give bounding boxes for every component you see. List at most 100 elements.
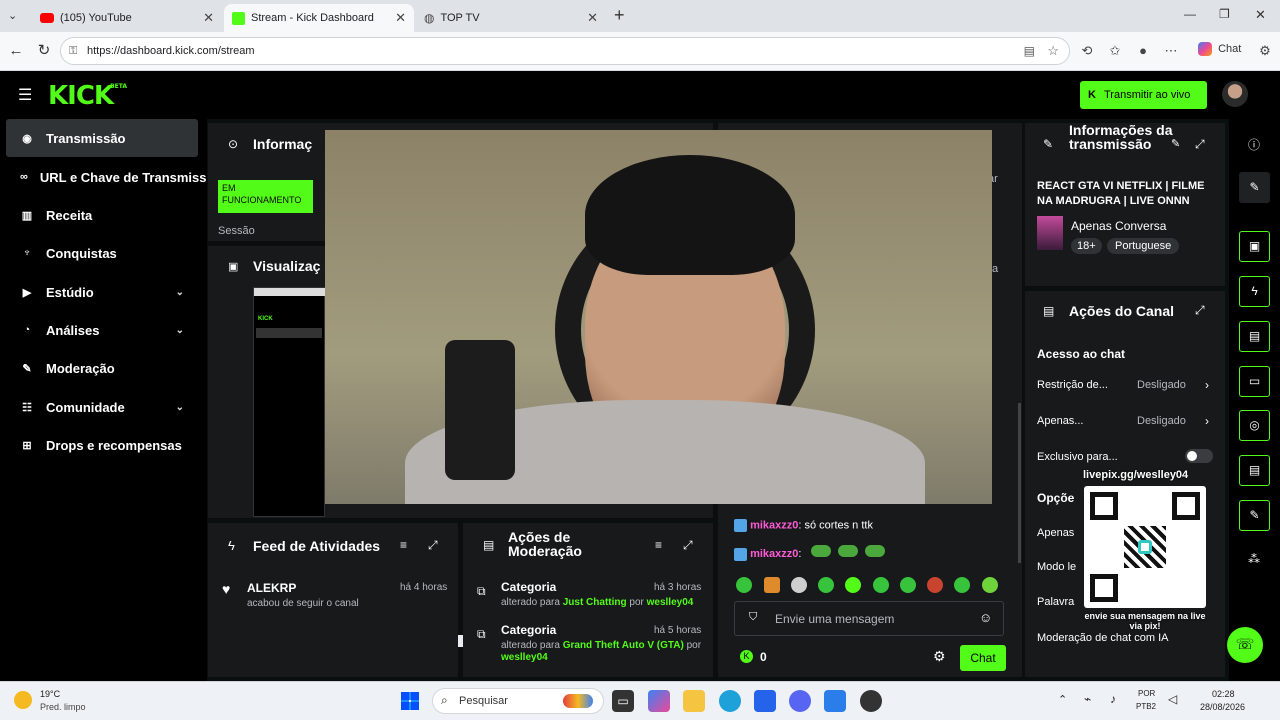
go-live-button[interactable]: K Transmitir ao vivo [1080, 81, 1207, 109]
site-info-icon[interactable]: ⚿ [69, 38, 77, 64]
avatar[interactable] [1222, 81, 1248, 107]
sidebar-item-moderacao[interactable]: ✎ Moderação [6, 349, 198, 387]
network-icon[interactable]: ⌁ [1084, 692, 1091, 706]
sidebar-item-conquistas[interactable]: ♆ Conquistas [6, 234, 198, 272]
list-rail-button[interactable]: ▤ [1239, 321, 1270, 352]
close-tab-icon[interactable]: ✕ [587, 10, 598, 26]
emote-icon[interactable] [900, 577, 916, 593]
store-icon[interactable] [754, 690, 776, 712]
reader-mode-icon[interactable]: ▤ [1024, 38, 1035, 64]
expand-icon[interactable]: ⤢ [1195, 303, 1205, 318]
copilot-taskbar-icon[interactable] [648, 690, 670, 712]
close-window-icon[interactable]: ✕ [1255, 7, 1266, 23]
activity-user[interactable]: ALEKRP [247, 581, 296, 595]
stream-preview-thumbnail[interactable]: KICK [253, 287, 326, 517]
file-explorer-icon[interactable] [683, 690, 705, 712]
sidebar-item-url-chave[interactable]: ∞ URL e Chave de Transmissão [6, 158, 206, 196]
profile-icon[interactable]: ● [1134, 42, 1152, 60]
exclusive-toggle[interactable] [1185, 449, 1213, 463]
lightning-rail-button[interactable]: ϟ [1239, 276, 1270, 307]
tab-list-menu-icon[interactable]: ⌄ [8, 9, 17, 22]
task-view-icon[interactable]: ▭ [612, 690, 634, 712]
info-icon[interactable]: ⓘ [1248, 136, 1260, 153]
emote-icon[interactable] [873, 577, 889, 593]
volume-icon[interactable]: ◁ [1168, 692, 1177, 706]
chat-send-button[interactable]: Chat [960, 645, 1006, 671]
edit-rail-button[interactable]: ✎ [1239, 172, 1270, 203]
sidebar-item-receita[interactable]: ▥ Receita [6, 196, 198, 234]
expand-icon[interactable]: ⤢ [1195, 137, 1205, 152]
minimize-icon[interactable]: — [1184, 7, 1196, 21]
chat-scrollbar[interactable] [1018, 403, 1021, 563]
setting-row[interactable]: Apenas... Desligado › [1037, 414, 1217, 431]
copilot-button[interactable]: Chat [1198, 42, 1241, 56]
clock-time[interactable]: 02:28 [1212, 689, 1235, 699]
expand-icon[interactable]: ⤢ [428, 538, 438, 553]
edit-icon[interactable]: ✎ [1171, 137, 1180, 150]
video-rail-button[interactable]: ▣ [1239, 231, 1270, 262]
weather-temp[interactable]: 19°C [40, 689, 60, 699]
expand-icon[interactable]: ⤢ [683, 538, 693, 553]
chat-input-placeholder: Envie uma mensagem [775, 612, 895, 626]
reload-icon[interactable]: ↻ [34, 41, 54, 61]
emote-icon[interactable] [845, 577, 861, 593]
wrench-rail-button[interactable]: ✎ [1239, 500, 1270, 531]
sidebar-item-comunidade[interactable]: ☷ Comunidade ⌄ [6, 388, 198, 426]
new-tab-icon[interactable]: + [614, 5, 625, 26]
sidebar-settings-icon[interactable]: ⚙ [1256, 42, 1274, 60]
app-icon[interactable] [824, 690, 846, 712]
chat-username[interactable]: mikaxzz0 [750, 519, 798, 531]
chat-username[interactable]: mikaxzz0 [750, 548, 798, 560]
close-tab-icon[interactable]: ✕ [203, 10, 214, 26]
sidebar-item-transmissao[interactable]: ◉ Transmissão [6, 119, 198, 157]
emoji-icon[interactable]: ☺ [979, 610, 992, 625]
channel-rail-button[interactable]: ▤ [1239, 455, 1270, 486]
chat-settings-icon[interactable]: ⚙ [933, 648, 946, 665]
category-thumbnail[interactable] [1037, 216, 1063, 250]
filter-icon[interactable]: ≡ [400, 538, 407, 552]
tray-chevron-up-icon[interactable]: ⌃ [1058, 693, 1067, 706]
discord-icon[interactable] [789, 690, 811, 712]
favorite-star-icon[interactable]: ☆ [1047, 38, 1059, 64]
tab-kick-dashboard[interactable]: Stream - Kick Dashboard ✕ [224, 4, 414, 32]
emote-icon[interactable] [818, 577, 834, 593]
emote-icon[interactable] [736, 577, 752, 593]
tab-youtube[interactable]: (105) YouTube ✕ [32, 4, 222, 32]
kick-logo[interactable]: KICK BETA [48, 81, 127, 111]
tab-top-tv[interactable]: ◍ TOP TV ✕ [416, 4, 606, 32]
windows-start-icon[interactable] [401, 692, 419, 710]
taskbar-search[interactable]: ⌕ Pesquisar [432, 688, 604, 714]
chat-input[interactable]: ⛉ Envie uma mensagem ☺ [734, 601, 1004, 636]
emote-icon[interactable] [982, 577, 998, 593]
sidebar-item-drops[interactable]: ⊞ Drops e recompensas [6, 426, 198, 464]
emote-icon[interactable] [764, 577, 780, 593]
help-chat-button[interactable]: ☏ [1227, 627, 1263, 663]
filter-icon[interactable]: ≡ [655, 538, 662, 552]
search-highlight-icon [563, 694, 593, 708]
more-icon[interactable]: ⋯ [1162, 42, 1180, 60]
maximize-icon[interactable]: ❐ [1219, 7, 1230, 21]
edge-icon[interactable] [719, 690, 741, 712]
share-icon[interactable]: ⁂ [1248, 552, 1260, 566]
extension-icon[interactable]: ⟲ [1078, 42, 1096, 60]
sidebar-item-analises[interactable]: ◔ Análises ⌄ [6, 311, 198, 349]
globe-icon: ◍ [424, 11, 435, 25]
sidebar-item-estudio[interactable]: ▶ Estúdio ⌄ [6, 273, 198, 311]
chat-rail-button[interactable]: ▭ [1239, 366, 1270, 397]
category-name[interactable]: Apenas Conversa [1071, 219, 1166, 233]
chat-message: mikaxzz0: só cortes n ttk [734, 519, 873, 532]
weather-icon[interactable] [14, 691, 32, 709]
setting-row[interactable]: Restrição de... Desligado › [1037, 378, 1217, 395]
menu-hamburger-icon[interactable]: ☰ [18, 85, 32, 105]
target-rail-button[interactable]: ◎ [1239, 410, 1270, 441]
close-tab-icon[interactable]: ✕ [395, 10, 406, 26]
obs-icon[interactable] [860, 690, 882, 712]
emote-icon[interactable] [791, 577, 807, 593]
back-icon[interactable]: ← [6, 41, 26, 61]
address-bar[interactable]: ⚿ https://dashboard.kick.com/stream ▤ ☆ [60, 37, 1070, 65]
language-label[interactable]: POR [1138, 689, 1155, 698]
favorites-icon[interactable]: ✩ [1106, 42, 1124, 60]
emote-icon[interactable] [927, 577, 943, 593]
emote-icon[interactable] [954, 577, 970, 593]
mic-icon[interactable]: ♪ [1110, 692, 1116, 706]
